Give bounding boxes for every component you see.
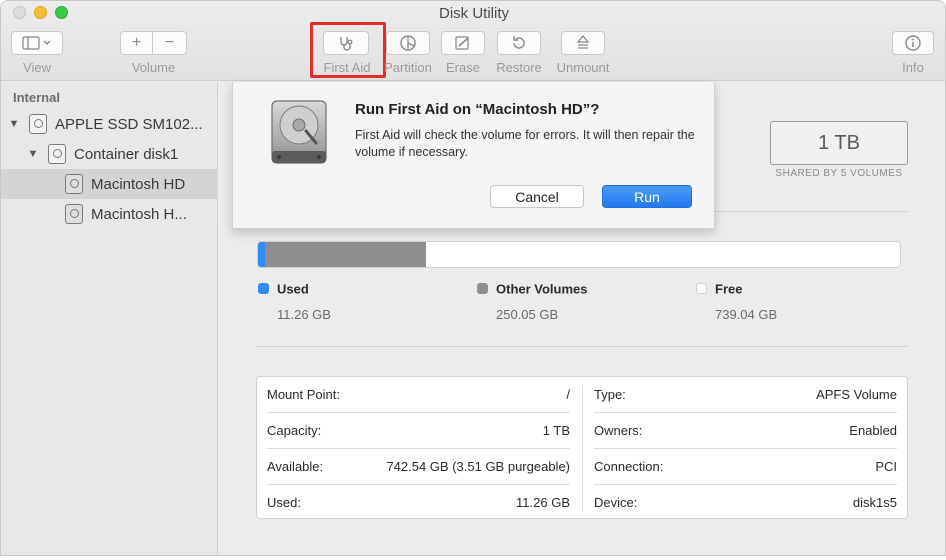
usage-bar-used-segment (258, 242, 266, 267)
volume-icon (65, 174, 83, 194)
capacity-box: 1 TB (770, 121, 908, 165)
info-row-device: Device: disk1s5 (594, 485, 897, 520)
info-value: 742.54 GB (3.51 GB purgeable) (386, 459, 570, 474)
hard-drive-icon (271, 100, 327, 164)
info-value: 11.26 GB (516, 495, 570, 510)
info-button[interactable] (892, 31, 934, 55)
view-label: View (23, 60, 51, 75)
info-label: Connection: (594, 459, 664, 474)
toolbar: Disk Utility View + − Volume First Aid P… (1, 1, 945, 81)
info-icon (905, 35, 921, 51)
usage-bar (257, 241, 901, 268)
cancel-button[interactable]: Cancel (490, 185, 584, 208)
sidebar-section-internal: Internal (13, 90, 60, 105)
divider (256, 346, 908, 347)
legend-value: 11.26 GB (277, 307, 331, 322)
first-aid-highlight (310, 22, 386, 78)
sidebar-item-container-disk1[interactable]: ▼ Container disk1 (1, 139, 218, 169)
sidebar-item-label: Macintosh H... (91, 205, 187, 223)
info-row-mount-point: Mount Point: / (267, 377, 570, 412)
legend-value: 250.05 GB (496, 307, 559, 322)
restore-icon (513, 36, 525, 49)
volume-label: Volume (131, 60, 176, 75)
first-aid-dialog: Run First Aid on “Macintosh HD”? First A… (232, 82, 715, 229)
erase-icon (455, 36, 469, 50)
remove-volume-button[interactable]: − (152, 31, 187, 55)
info-label: Device: (594, 495, 638, 510)
legend-label: Free (715, 281, 743, 297)
info-label: Capacity: (267, 423, 322, 438)
disclosure-down-icon[interactable]: ▼ (26, 148, 40, 160)
restore-label: Restore (496, 60, 542, 75)
info-label: Available: (267, 459, 324, 474)
volume-icon (65, 204, 83, 224)
legend-used: Used 11.26 GB (258, 280, 331, 322)
info-value: PCI (875, 459, 897, 474)
sidebar-item-macintosh-hd-data[interactable]: Macintosh H... (1, 199, 218, 229)
erase-button[interactable] (441, 31, 485, 55)
info-label: Owners: (594, 423, 643, 438)
info-value: / (566, 387, 570, 402)
legend-other-volumes: Other Volumes 250.05 GB (477, 280, 588, 322)
free-swatch (696, 283, 707, 295)
unmount-button[interactable] (561, 31, 605, 55)
minus-icon: − (164, 34, 175, 51)
info-row-capacity: Capacity: 1 TB (267, 413, 570, 448)
partition-button[interactable] (386, 31, 430, 55)
eject-icon (576, 34, 590, 49)
plus-icon: + (131, 34, 142, 51)
dialog-message: First Aid will check the volume for erro… (355, 128, 695, 159)
capacity-subtitle: SHARED BY 5 VOLUMES (775, 168, 903, 179)
sidebar: Internal ▼ APPLE SSD SM102... ▼ Containe… (1, 82, 218, 555)
other-volumes-swatch (477, 283, 488, 295)
legend-value: 739.04 GB (715, 307, 778, 322)
hard-disk-icon (29, 114, 47, 134)
info-label: Mount Point: (267, 387, 340, 402)
column-divider (582, 386, 583, 511)
partition-icon (400, 35, 416, 51)
window-title: Disk Utility (439, 5, 509, 22)
sidebar-item-label: APPLE SSD SM102... (55, 115, 203, 133)
info-row-type: Type: APFS Volume (594, 377, 897, 412)
legend-label: Used (277, 281, 309, 297)
erase-label: Erase (446, 60, 480, 75)
info-row-connection: Connection: PCI (594, 449, 897, 484)
container-disk-icon (48, 144, 66, 164)
partition-label: Partition (384, 60, 432, 75)
sidebar-item-label: Macintosh HD (91, 175, 186, 193)
run-button[interactable]: Run (602, 185, 692, 208)
disk-utility-window: Disk Utility View + − Volume First Aid P… (0, 0, 946, 556)
unmount-label: Unmount (556, 60, 610, 75)
used-swatch (258, 283, 269, 295)
info-value: APFS Volume (816, 387, 897, 402)
info-row-used: Used: 11.26 GB (267, 485, 570, 520)
sidebar-item-macintosh-hd[interactable]: Macintosh HD (1, 169, 218, 199)
usage-bar-other-segment (265, 242, 426, 267)
view-button[interactable] (11, 31, 63, 55)
sidebar-item-apple-ssd[interactable]: ▼ APPLE SSD SM102... (1, 109, 218, 139)
info-label: Type: (594, 387, 626, 402)
info-value: Enabled (849, 423, 897, 438)
legend-free: Free 739.04 GB (696, 280, 777, 322)
add-volume-button[interactable]: + (120, 31, 153, 55)
info-label: Info (902, 60, 924, 75)
restore-button[interactable] (497, 31, 541, 55)
sidebar-item-label: Container disk1 (74, 145, 179, 163)
disclosure-down-icon[interactable]: ▼ (7, 118, 21, 130)
sidebar-icon (22, 36, 51, 50)
info-row-owners: Owners: Enabled (594, 413, 897, 448)
info-value: disk1s5 (852, 495, 897, 510)
info-row-available: Available: 742.54 GB (3.51 GB purgeable) (267, 449, 570, 484)
info-value: 1 TB (542, 423, 570, 438)
legend-label: Other Volumes (496, 281, 588, 297)
dialog-title: Run First Aid on “Macintosh HD”? (355, 101, 600, 118)
volume-info-table: Mount Point: / Capacity: 1 TB Available:… (256, 376, 908, 519)
info-label: Used: (267, 495, 301, 510)
